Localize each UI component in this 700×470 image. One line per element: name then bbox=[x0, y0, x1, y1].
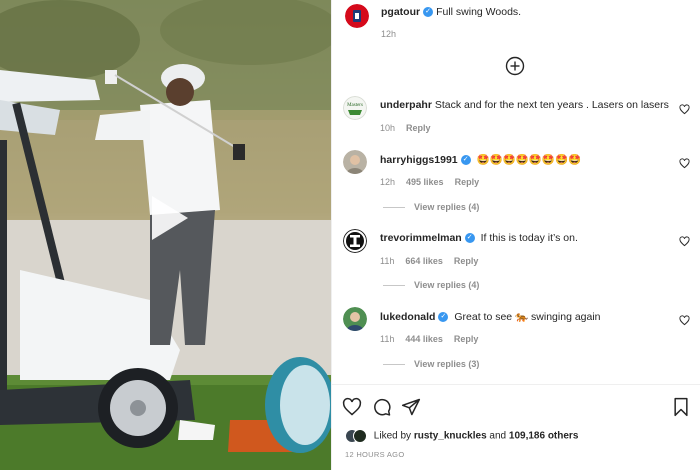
view-replies-button[interactable]: View replies (4) bbox=[383, 280, 479, 290]
comment-likes[interactable]: 495 likes bbox=[406, 177, 444, 187]
caption-time: 12h bbox=[381, 29, 397, 39]
underpahr-avatar[interactable]: Masters bbox=[343, 96, 367, 120]
comment-time[interactable]: 10h bbox=[380, 123, 395, 133]
comment-time[interactable]: 11h bbox=[380, 334, 394, 344]
view-replies-label: View replies (4) bbox=[414, 202, 480, 212]
comment-body: Stack and for the next ten years . Laser… bbox=[434, 99, 669, 111]
liked-by-user[interactable]: rusty_knuckles bbox=[414, 431, 487, 442]
replies-divider bbox=[383, 207, 405, 209]
comment-meta: 12h 495 likes Reply bbox=[380, 177, 490, 187]
post-author[interactable]: pgatour bbox=[381, 6, 420, 18]
verified-icon: ✓ bbox=[438, 312, 449, 323]
verified-icon: ✓ bbox=[460, 155, 471, 166]
comment-text-row: harryhiggs1991 ✓ 🤩🤩🤩🤩🤩🤩🤩🤩 bbox=[380, 153, 581, 166]
plus-circle-icon[interactable] bbox=[505, 56, 525, 76]
post-caption: pgatour ✓ Full swing Woods. bbox=[381, 6, 521, 18]
comment-likes[interactable]: 664 likes bbox=[405, 256, 443, 266]
comment-time[interactable]: 12h bbox=[380, 177, 395, 187]
comment-username[interactable]: harryhiggs1991 bbox=[380, 154, 458, 166]
post-actions: Liked by rusty_knuckles and 109,186 othe… bbox=[331, 384, 700, 470]
trevorimmelman-avatar[interactable] bbox=[343, 229, 367, 253]
heart-icon[interactable] bbox=[679, 104, 690, 115]
comment-meta: 11h 664 likes Reply bbox=[380, 256, 489, 266]
bookmark-icon[interactable] bbox=[671, 397, 691, 417]
play-icon[interactable] bbox=[138, 190, 194, 246]
comment-text-row: underpahr Stack and for the next ten yea… bbox=[380, 99, 669, 111]
reply-button[interactable]: Reply bbox=[454, 334, 479, 344]
svg-text:Masters: Masters bbox=[347, 103, 363, 108]
heart-icon[interactable] bbox=[679, 236, 690, 247]
reply-button[interactable]: Reply bbox=[455, 177, 480, 187]
comment-item: lukedonald ✓ Great to see 🐅 swinging agai… bbox=[343, 307, 693, 375]
verified-icon: ✓ bbox=[423, 7, 434, 18]
comment-likes[interactable]: 444 likes bbox=[405, 334, 443, 344]
liker-avatar[interactable] bbox=[353, 429, 367, 443]
liked-by-joiner: and bbox=[489, 430, 507, 442]
post-video[interactable] bbox=[0, 0, 331, 470]
view-replies-label: View replies (4) bbox=[414, 280, 480, 290]
replies-divider bbox=[383, 364, 405, 366]
liked-by-prefix: Liked by bbox=[373, 430, 412, 442]
verified-icon: ✓ bbox=[464, 233, 475, 244]
comment-body: If this is today it’s on. bbox=[480, 232, 578, 244]
comment-item: Masters underpahr Stack and for the next… bbox=[343, 96, 693, 136]
reply-button[interactable]: Reply bbox=[406, 123, 431, 133]
harryhiggs1991-avatar[interactable] bbox=[343, 150, 367, 174]
heart-icon[interactable] bbox=[679, 158, 690, 169]
caption-text: Full swing Woods. bbox=[436, 6, 522, 18]
replies-divider bbox=[383, 285, 405, 287]
view-replies-label: View replies (3) bbox=[414, 359, 480, 369]
pgatour-avatar[interactable] bbox=[345, 4, 369, 28]
reply-button[interactable]: Reply bbox=[454, 256, 479, 266]
comment-username[interactable]: trevorimmelman bbox=[380, 232, 462, 244]
liked-by-text: Liked by rusty_knuckles and 109,186 othe… bbox=[345, 429, 578, 443]
comment-body: 🤩🤩🤩🤩🤩🤩🤩🤩 bbox=[476, 154, 582, 166]
comment-text-row: lukedonald ✓ Great to see 🐅 swinging agai… bbox=[380, 310, 601, 323]
comment-icon[interactable] bbox=[372, 397, 392, 417]
post-timestamp[interactable]: 12 HOURS AGO bbox=[345, 450, 404, 459]
lukedonald-avatar[interactable] bbox=[343, 307, 367, 331]
comment-item: harryhiggs1991 ✓ 🤩🤩🤩🤩🤩🤩🤩🤩 12h 495 likes Rep… bbox=[343, 150, 693, 218]
comment-meta: 10h Reply bbox=[380, 123, 442, 133]
view-replies-button[interactable]: View replies (3) bbox=[383, 359, 479, 369]
comment-meta: 11h 444 likes Reply bbox=[380, 334, 489, 344]
likes-count[interactable]: 109,186 others bbox=[509, 431, 579, 442]
comment-username[interactable]: underpahr bbox=[380, 99, 432, 111]
heart-icon[interactable] bbox=[342, 397, 362, 417]
comment-item: trevorimmelman ✓ If this is today it’s on… bbox=[343, 229, 693, 297]
heart-icon[interactable] bbox=[679, 315, 690, 326]
comment-time[interactable]: 11h bbox=[380, 256, 394, 266]
comment-body: Great to see 🐅 swinging again bbox=[454, 311, 601, 323]
paper-plane-icon[interactable] bbox=[401, 397, 421, 417]
comment-text-row: trevorimmelman ✓ If this is today it’s on… bbox=[380, 232, 578, 244]
view-replies-button[interactable]: View replies (4) bbox=[383, 202, 479, 212]
comment-username[interactable]: lukedonald bbox=[380, 311, 435, 323]
